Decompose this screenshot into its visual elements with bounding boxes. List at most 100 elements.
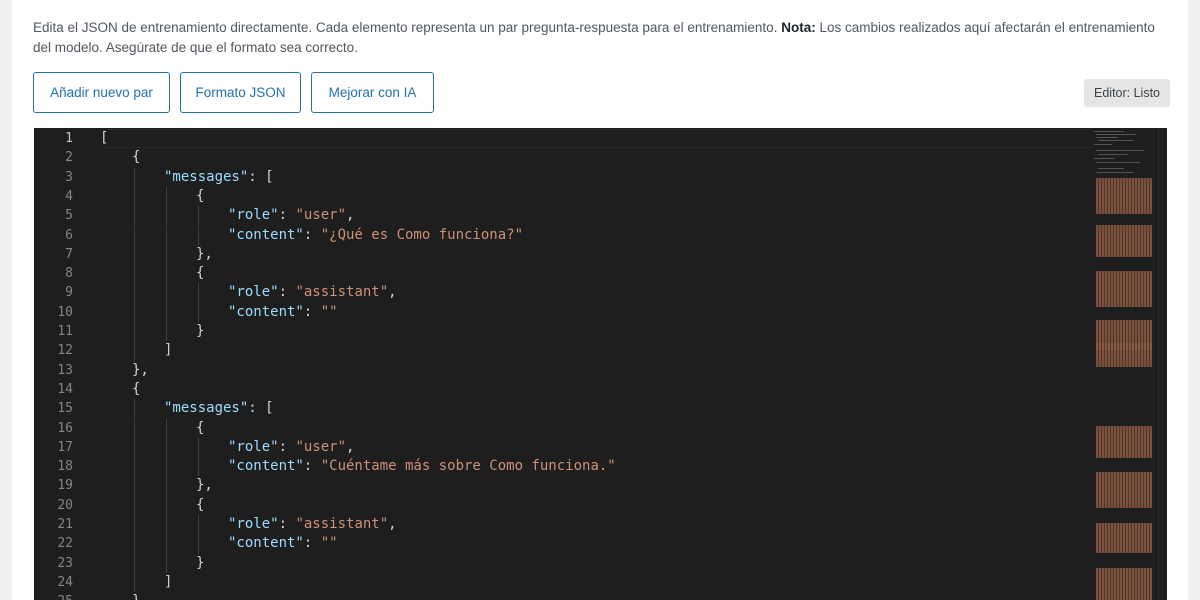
- code-line: },: [196, 245, 213, 264]
- code-line: {: [196, 187, 204, 206]
- indent-guide: [198, 225, 199, 245]
- indent-guide: [166, 302, 167, 322]
- code-line: [: [100, 129, 108, 148]
- minimap-line: [1098, 140, 1134, 141]
- json-punctuation: :: [278, 516, 296, 532]
- line-number: 9: [65, 285, 73, 301]
- minimap-block: [1096, 426, 1152, 458]
- json-punctuation: {: [196, 187, 205, 204]
- code-line: "messages": [: [164, 399, 274, 418]
- code-line: "role": "user",: [228, 206, 354, 225]
- indent-guide: [166, 244, 167, 265]
- line-number: 16: [57, 420, 73, 436]
- indent-guide: [134, 572, 135, 593]
- indent-guide: [134, 283, 135, 303]
- json-string: "assistant": [295, 516, 389, 532]
- json-key: "content": [228, 535, 304, 552]
- json-punctuation: {: [132, 149, 141, 166]
- add-pair-button[interactable]: Añadir nuevo par: [33, 72, 170, 113]
- indent-guide: [134, 225, 135, 245]
- line-number: 13: [57, 362, 73, 378]
- minimap-block: [1096, 568, 1152, 600]
- line-number: 5: [65, 208, 73, 224]
- line-number: 8: [65, 266, 73, 282]
- indent-guide: [134, 553, 135, 573]
- line-number-gutter: 1234567891011121314151617181920212223242…: [34, 128, 82, 600]
- json-punctuation: },: [196, 245, 213, 262]
- indent-guide: [166, 515, 167, 535]
- line-number: 10: [57, 304, 73, 320]
- minimap-block: [1096, 178, 1152, 214]
- indent-guide: [134, 495, 135, 515]
- json-punctuation: ,: [388, 284, 397, 301]
- indent-guide: [134, 322, 135, 342]
- code-minimap[interactable]: [1092, 128, 1158, 600]
- code-line: ]: [164, 573, 172, 592]
- code-area[interactable]: [{"messages": [{"role": "user", "content"…: [100, 128, 1090, 600]
- minimap-line: [1094, 131, 1124, 132]
- code-line: },: [132, 592, 149, 600]
- line-number: 22: [57, 536, 73, 552]
- json-key: "content": [228, 303, 304, 320]
- json-punctuation: :: [303, 226, 321, 243]
- json-key: "content": [228, 226, 304, 243]
- code-line: {: [196, 419, 204, 438]
- json-punctuation: }: [196, 323, 205, 339]
- code-line: {: [132, 148, 140, 167]
- indent-guide: [166, 264, 167, 284]
- json-key: "messages": [164, 168, 249, 185]
- code-line: "role": "user",: [228, 438, 354, 457]
- json-punctuation: {: [196, 265, 205, 282]
- json-punctuation: ]: [164, 342, 173, 359]
- indent-guide: [166, 186, 167, 207]
- editor-status-badge: Editor: Listo: [1084, 79, 1171, 107]
- line-number: 3: [65, 169, 73, 185]
- json-string: "¿Qué es Como funciona?": [320, 226, 524, 243]
- json-punctuation: {: [132, 380, 141, 397]
- line-number: 1: [65, 131, 73, 146]
- note-label: Nota:: [781, 20, 816, 35]
- json-code-editor[interactable]: 1234567891011121314151617181920212223242…: [34, 128, 1167, 600]
- training-json-panel: Edita el JSON de entrenamiento directame…: [12, 0, 1188, 600]
- json-string: "user": [295, 438, 347, 455]
- json-punctuation: {: [196, 496, 205, 513]
- minimap-block: [1096, 343, 1152, 367]
- indent-guide: [166, 225, 167, 245]
- indent-guide: [166, 283, 167, 303]
- indent-guide: [198, 302, 199, 322]
- minimap-line: [1096, 162, 1140, 163]
- json-punctuation: [: [100, 130, 109, 146]
- line-number: 14: [57, 381, 73, 397]
- indent-guide: [198, 206, 199, 226]
- code-line: "content": "": [228, 534, 338, 553]
- code-line: "messages": [: [164, 168, 274, 187]
- indent-guide: [134, 244, 135, 265]
- line-number: 4: [65, 188, 73, 204]
- indent-guide: [134, 534, 135, 554]
- indent-guide: [198, 283, 199, 303]
- indent-guide: [134, 457, 135, 477]
- json-punctuation: :: [303, 535, 321, 552]
- editor-scrollbar[interactable]: [1158, 128, 1167, 600]
- indent-guide: [134, 186, 135, 207]
- line-number: 24: [57, 574, 73, 590]
- json-key: "content": [228, 458, 304, 475]
- json-punctuation: : [: [248, 400, 274, 417]
- code-line: },: [196, 476, 213, 495]
- line-number: 6: [65, 227, 73, 243]
- json-key: "role": [228, 438, 279, 455]
- indent-guide: [134, 206, 135, 226]
- improve-with-ai-button[interactable]: Mejorar con IA: [311, 72, 434, 113]
- indent-guide: [166, 476, 167, 496]
- json-string: "user": [295, 207, 347, 224]
- format-json-button[interactable]: Formato JSON: [180, 72, 301, 113]
- editor-description: Edita el JSON de entrenamiento directame…: [33, 18, 1163, 58]
- minimap-line: [1098, 168, 1124, 169]
- json-punctuation: ,: [346, 207, 355, 224]
- indent-guide: [166, 418, 167, 438]
- code-line: {: [196, 264, 204, 283]
- json-punctuation: :: [278, 284, 296, 301]
- minimap-line: [1098, 154, 1128, 155]
- code-line: "role": "assistant",: [228, 283, 397, 302]
- line-number: 23: [57, 555, 73, 571]
